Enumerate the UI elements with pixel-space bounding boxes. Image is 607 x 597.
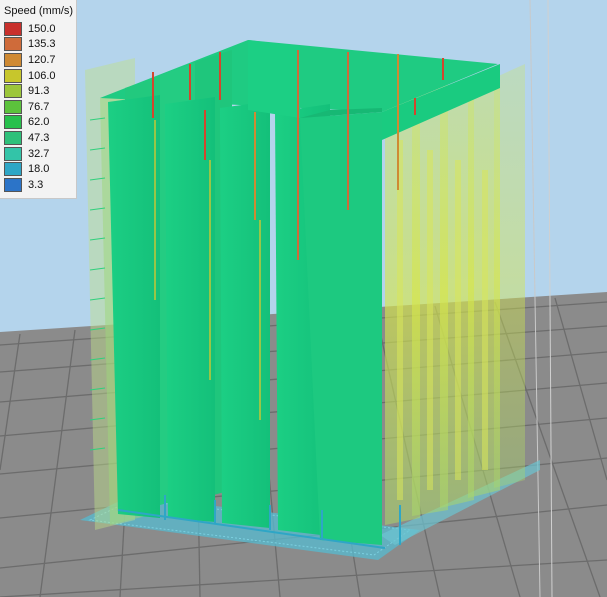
legend-swatch: [4, 21, 22, 36]
legend-entry: 18.0: [4, 161, 70, 177]
legend-entry: 3.3: [4, 177, 70, 193]
legend-label: 47.3: [28, 131, 50, 144]
legend-entry: 135.3: [4, 37, 70, 53]
legend-entry: 76.7: [4, 99, 70, 115]
legend-label: 32.7: [28, 147, 50, 160]
legend-label: 76.7: [28, 100, 50, 113]
legend-label: 62.0: [28, 116, 50, 129]
legend-title: Speed (mm/s): [4, 5, 74, 17]
legend-swatch: [4, 146, 22, 161]
legend-entry: 120.7: [4, 52, 70, 68]
legend-label: 135.3: [28, 38, 56, 51]
legend-label: 91.3: [28, 85, 50, 98]
speed-legend: Speed (mm/s) 150.0 135.3 120.7 106.0 91.3 76.…: [0, 0, 77, 199]
legend-swatch: [4, 68, 22, 83]
legend-entry: 150.0: [4, 21, 70, 37]
legend-swatch: [4, 99, 22, 114]
legend-entry: 47.3: [4, 130, 70, 146]
legend-label: 150.0: [28, 22, 56, 35]
legend-entry: 62.0: [4, 115, 70, 131]
legend-label: 3.3: [28, 178, 44, 191]
legend-swatch: [4, 115, 22, 130]
legend-swatch: [4, 162, 22, 177]
legend-rows: 150.0 135.3 120.7 106.0 91.3 76.7 62.0 47.3 32.7…: [4, 21, 70, 193]
legend-label: 120.7: [28, 53, 56, 66]
legend-swatch: [4, 52, 22, 67]
legend-swatch: [4, 130, 22, 145]
legend-swatch: [4, 37, 22, 52]
legend-label: 18.0: [28, 163, 50, 176]
legend-swatch: [4, 177, 22, 192]
infill-panels: [385, 64, 525, 525]
legend-swatch: [4, 84, 22, 99]
3d-viewport[interactable]: [0, 0, 607, 597]
legend-entry: 106.0: [4, 68, 70, 84]
legend-entry: 91.3: [4, 83, 70, 99]
legend-label: 106.0: [28, 69, 56, 82]
legend-entry: 32.7: [4, 146, 70, 162]
